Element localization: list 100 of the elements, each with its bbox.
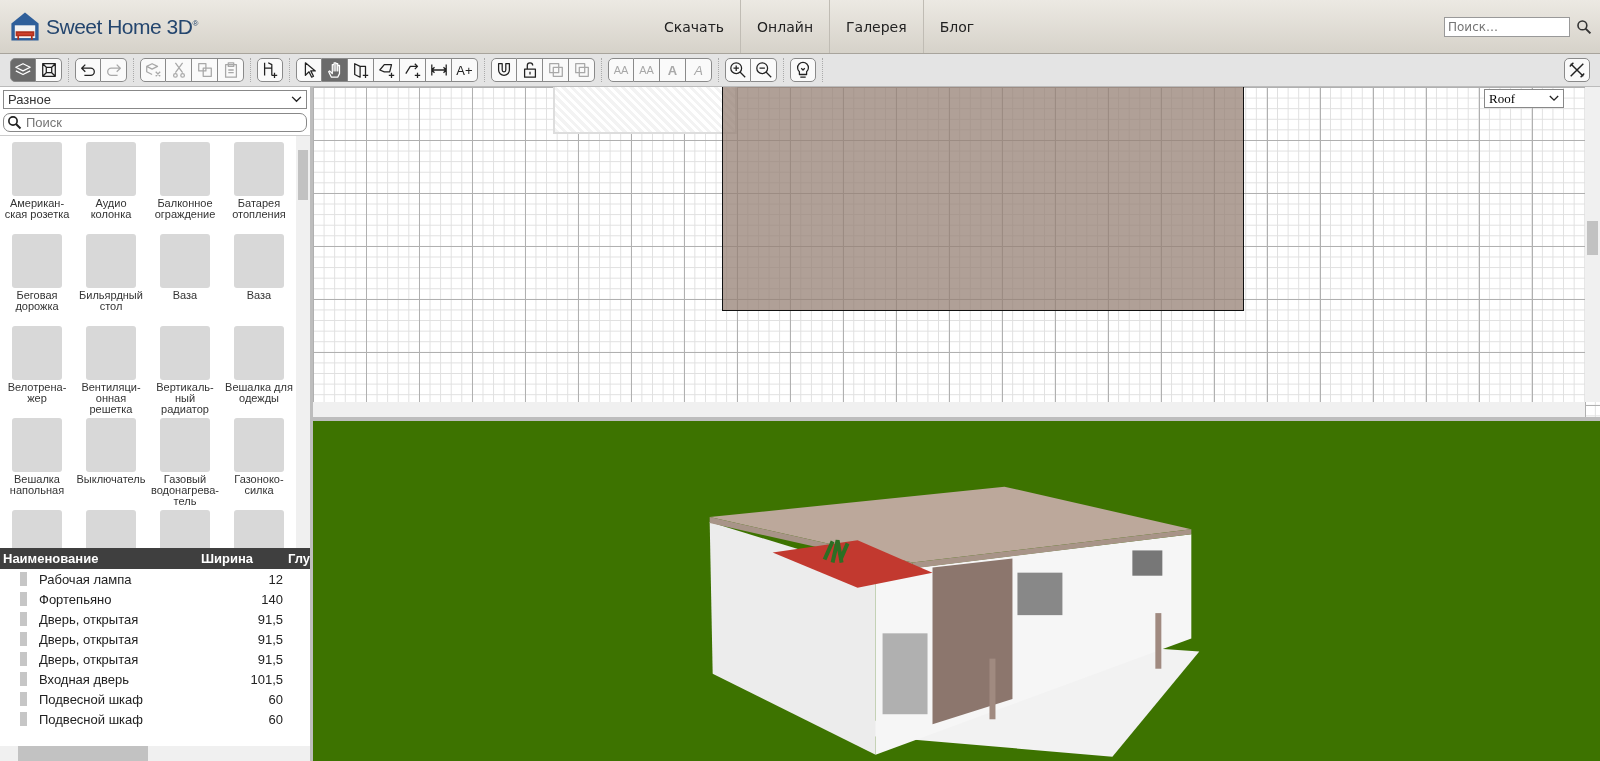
box-icon [39,61,58,79]
catalog-item[interactable]: Выключатель [74,418,148,510]
catalog-item[interactable]: Аудио колонка [74,142,148,234]
scrollbar[interactable] [296,136,310,548]
furniture-icon [20,592,27,606]
delete-icon [144,61,162,79]
toolbar-button[interactable]: A+ [452,58,478,82]
toolbar-button[interactable] [296,58,322,82]
level-select[interactable]: Roof [1484,89,1564,108]
furniture-icon [20,652,27,666]
table-cell-text: Подвесной шкаф [39,691,144,707]
catalog-item[interactable]: Вешалка для одежды [222,326,296,418]
catalog-item[interactable]: Вертикаль- ный радиатор [148,326,222,418]
nav-link[interactable]: Блог [923,0,991,53]
toolbar-button[interactable] [374,58,400,82]
add-furniture-icon [261,61,279,79]
toolbar-button[interactable] [257,58,283,82]
chevron-down-icon [291,96,302,103]
catalog-item[interactable]: Ваза [148,234,222,326]
table-cell-text: Подвесной шкаф [39,711,144,727]
furniture-icon [20,572,27,586]
furniture-icon [20,712,27,726]
furniture-icon [20,632,27,646]
toolbar-button[interactable] [426,58,452,82]
chevron-down-icon [1549,95,1559,102]
furniture-thumbnail-placeholder [160,326,210,380]
catalog-item[interactable]: Газоноко- силка [222,418,296,510]
3d-view[interactable] [313,421,1600,761]
catalog-item[interactable]: Батарея отопления [222,142,296,234]
column-header[interactable]: Глу [287,551,310,566]
category-select[interactable]: Разное [3,90,307,109]
catalog-item[interactable]: Беговая дорожка [0,234,74,326]
toolbar-button[interactable] [75,58,101,82]
furniture-thumbnail-placeholder [12,326,62,380]
scrollbar[interactable] [1585,87,1600,403]
toolbar-button[interactable] [36,58,62,82]
column-header[interactable]: Ширина [200,551,288,566]
table-cell-text: 12 [267,571,283,587]
toolbar-button[interactable] [348,58,374,82]
furniture-thumbnail-placeholder[interactable] [234,510,284,548]
toolbar-button[interactable] [790,58,816,82]
zoom-in-icon [729,61,747,79]
table-cell-text: 91,5 [256,631,283,647]
furniture-icon [20,672,27,686]
furniture-thumbnail-placeholder [12,234,62,288]
catalog-item[interactable]: Газовый водонагрева- тель [148,418,222,510]
search-icon [7,115,22,130]
table-cell-text: 91,5 [256,611,283,627]
copy-icon [195,61,214,79]
catalog-item[interactable]: Ваза [222,234,296,326]
search-field[interactable]: Поиск… [1444,16,1570,37]
furniture-thumbnail-placeholder [86,142,136,196]
undo-icon [79,61,97,79]
furniture-thumbnail-placeholder [234,326,284,380]
furniture-thumbnail-placeholder [160,142,210,196]
nav-link[interactable]: Скачать [648,0,742,53]
wall-icon [351,61,370,79]
light-bulb-icon [794,61,812,79]
catalog-item[interactable]: Балконное ограждение [148,142,222,234]
furniture-thumbnail-placeholder [160,418,210,472]
table-cell-text: Дверь, открытая [39,651,140,667]
zoom-out-icon [754,61,773,79]
furniture-thumbnail-placeholder [160,234,210,288]
table-cell-text: 60 [267,711,283,727]
catalog-item[interactable]: Вентиляци- онная решетка [74,326,148,418]
preferences-button[interactable] [1564,58,1590,82]
site-logo-text[interactable]: Sweet Home 3D$^{®}$ [46,14,198,39]
furniture-thumbnail-placeholder [86,234,136,288]
table-cell-text: 101,5 [249,671,283,687]
toolbar-button[interactable] [725,58,751,82]
table-cell-text: Дверь, открытая [39,631,140,647]
catalog-search-field[interactable]: Поиск [3,113,307,132]
toolbar-button[interactable] [491,58,517,82]
toolbar-button[interactable] [517,58,543,82]
plan-grid[interactable]: Roof [313,87,1600,422]
column-header[interactable]: Наименование [0,551,201,566]
redo-icon [104,61,123,79]
table-cell-text: Входная дверь [39,671,131,687]
toolbar-button[interactable] [400,58,426,82]
scrollbar[interactable] [313,402,1585,418]
furniture-thumbnail-placeholder [86,326,136,380]
furniture-thumbnail-placeholder[interactable] [160,510,210,548]
table-cell-text: 140 [260,591,283,607]
catalog-item[interactable]: Бильярдный стол [74,234,148,326]
furniture-icon [20,692,27,706]
furniture-icon [20,612,27,626]
room-icon [377,61,396,79]
furniture-thumbnail-placeholder [12,418,62,472]
furniture-thumbnail-placeholder[interactable] [86,510,136,548]
table-cell-text: Дверь, открытая [39,611,140,627]
nav-link[interactable]: Онлайн [741,0,831,53]
catalog-item[interactable]: Вешалка напольная [0,418,74,510]
nav-link[interactable]: Галерея [830,0,924,53]
magnet-icon [495,61,513,79]
scrollbar[interactable] [0,746,310,761]
catalog-item[interactable]: Велотрена- жер [0,326,74,418]
catalog-item[interactable]: Американ- ская розетка [0,142,74,234]
furniture-thumbnail-placeholder[interactable] [12,510,62,548]
search-icon[interactable] [1576,18,1592,35]
toolbar-button[interactable] [751,58,777,82]
